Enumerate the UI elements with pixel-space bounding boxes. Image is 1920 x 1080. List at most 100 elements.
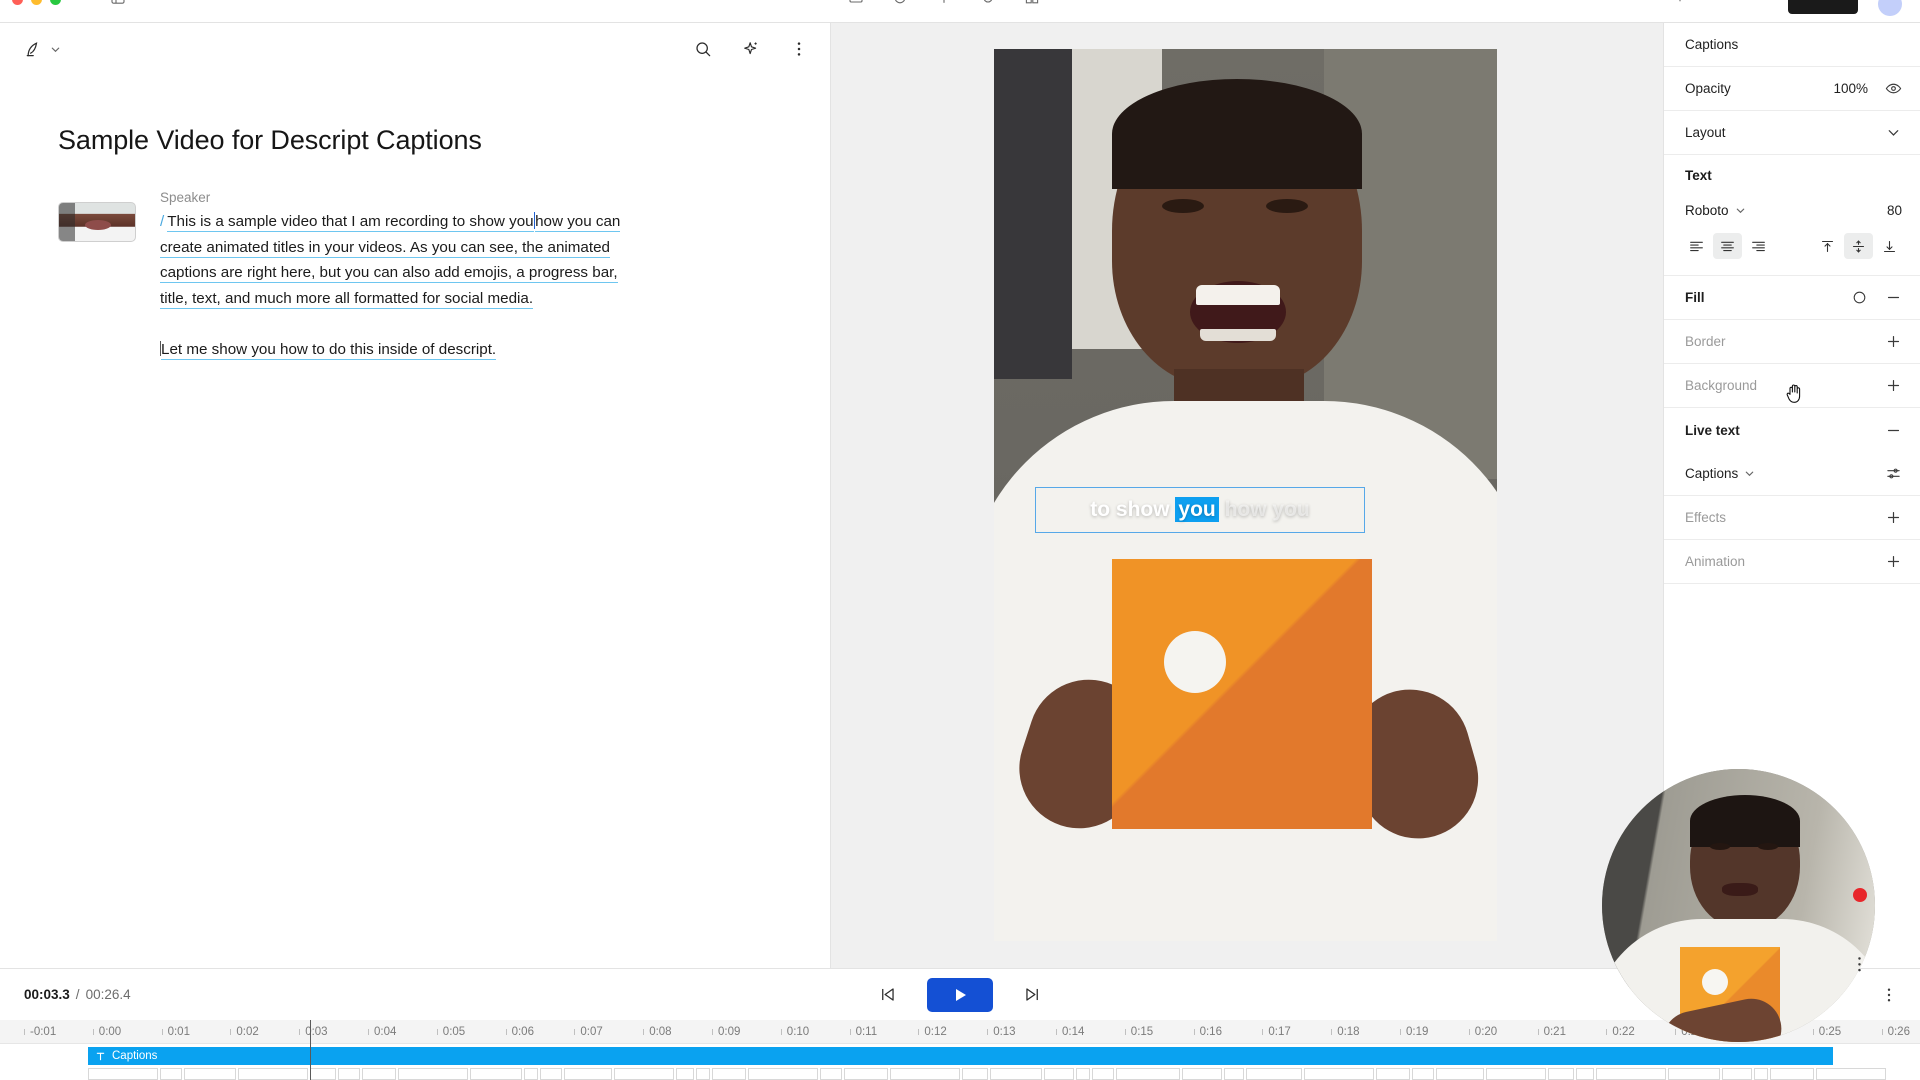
caption-segment[interactable] [1224,1068,1244,1080]
timeline-playhead[interactable] [310,1020,311,1080]
caption-segment[interactable] [1576,1068,1594,1080]
more-vertical-icon[interactable] [789,39,809,59]
page-title[interactable]: Sample Video for Descript Captions [58,125,831,156]
opacity-value[interactable]: 100% [1833,81,1868,96]
share-icon[interactable] [1672,0,1688,6]
chevron-down-icon[interactable] [50,44,61,55]
traffic-lights[interactable] [12,0,61,5]
text-tool-icon[interactable] [936,0,952,6]
more-vertical-icon[interactable] [1857,956,1862,974]
document-scroll-area[interactable]: Sample Video for Descript Captions Speak… [0,75,831,969]
caption-segment[interactable] [696,1068,710,1080]
align-bottom-icon[interactable] [1875,233,1904,259]
caption-segment[interactable] [962,1068,988,1080]
align-right-icon[interactable] [1744,233,1773,259]
sidebar-toggle-icon[interactable] [110,0,126,6]
caption-segment[interactable] [614,1068,674,1080]
caption-segment[interactable] [238,1068,308,1080]
chrome-left-icons[interactable] [110,0,126,6]
camera-icon[interactable] [892,0,908,6]
font-family-value[interactable]: Roboto [1685,203,1729,218]
speaker-label[interactable]: Speaker [160,190,631,205]
live-text-row[interactable]: Live text [1664,408,1920,452]
caption-segment[interactable] [1044,1068,1074,1080]
opacity-row[interactable]: Opacity 100% [1664,67,1920,111]
caption-segment[interactable] [676,1068,694,1080]
maximize-window-button[interactable] [50,0,61,5]
skip-forward-icon[interactable] [1023,985,1042,1004]
sparkle-icon[interactable] [741,39,761,59]
caption-segment[interactable] [1668,1068,1720,1080]
quill-pen-icon[interactable] [24,39,44,59]
caption-segment[interactable] [990,1068,1042,1080]
plus-icon[interactable] [1885,333,1902,350]
speaker-thumbnail[interactable] [58,202,136,242]
caption-segment[interactable] [338,1068,360,1080]
minus-icon[interactable] [1885,422,1902,439]
minimize-window-button[interactable] [31,0,42,5]
caption-segment[interactable] [820,1068,842,1080]
animation-row[interactable]: Animation [1664,540,1920,584]
caption-segment[interactable] [844,1068,888,1080]
caption-segment[interactable] [1182,1068,1222,1080]
user-avatar[interactable] [1878,0,1902,16]
play-button[interactable] [927,977,993,1012]
background-row[interactable]: Background [1664,364,1920,408]
close-window-button[interactable] [12,0,23,5]
caption-segment[interactable] [1770,1068,1814,1080]
caption-segment[interactable] [1548,1068,1574,1080]
minus-icon[interactable] [1885,289,1902,306]
caption-segment[interactable] [524,1068,538,1080]
border-row[interactable]: Border [1664,320,1920,364]
align-left-icon[interactable] [1682,233,1711,259]
timeline-captions-track[interactable]: Captions [88,1047,1833,1065]
caption-segment[interactable] [1376,1068,1410,1080]
align-top-icon[interactable] [1813,233,1842,259]
caption-segment[interactable] [890,1068,960,1080]
publish-button[interactable] [1788,0,1858,14]
picture-in-picture-webcam[interactable] [1602,769,1875,1042]
search-icon[interactable] [693,39,713,59]
caption-overlay-box[interactable]: to show you how you [1035,487,1365,533]
caption-segment[interactable] [1596,1068,1666,1080]
paragraph-text[interactable]: Let me show you how to do this inside of… [161,341,497,361]
caption-segment[interactable] [88,1068,158,1080]
caption-segment[interactable] [1246,1068,1302,1080]
microphone-icon[interactable] [980,0,996,6]
caption-segment[interactable] [470,1068,522,1080]
caption-segment[interactable] [712,1068,746,1080]
captions-subrow[interactable]: Captions [1664,452,1920,496]
caption-segment[interactable] [564,1068,612,1080]
caption-segment[interactable] [1076,1068,1090,1080]
align-middle-icon[interactable] [1844,233,1873,259]
fill-row[interactable]: Fill [1664,276,1920,320]
timeline-segments[interactable] [88,1068,1886,1080]
caption-segment[interactable] [1722,1068,1752,1080]
caption-segment[interactable] [1486,1068,1546,1080]
plus-icon[interactable] [1885,553,1902,570]
caption-segment[interactable] [1436,1068,1484,1080]
layout-row[interactable]: Layout [1664,111,1920,155]
transcript-paragraph[interactable]: / This is a sample video that I am record… [160,209,631,311]
caption-segment[interactable] [1412,1068,1434,1080]
font-size-value[interactable]: 80 [1887,203,1902,218]
transcript-body[interactable]: Speaker / This is a sample video that I a… [160,190,831,363]
effects-row[interactable]: Effects [1664,496,1920,540]
eye-icon[interactable] [1885,80,1902,97]
video-preview[interactable]: to show you how you [994,49,1497,941]
caption-segment[interactable] [398,1068,468,1080]
caption-segment[interactable] [160,1068,182,1080]
caption-segment[interactable] [1816,1068,1886,1080]
caption-segment[interactable] [1754,1068,1768,1080]
align-center-icon[interactable] [1713,233,1742,259]
sliders-icon[interactable] [1885,465,1902,482]
help-icon[interactable] [1716,0,1732,6]
transcript-paragraph[interactable]: Let me show you how to do this inside of… [160,337,631,363]
chrome-center-icons[interactable] [848,0,1040,6]
chevron-down-icon[interactable] [1744,468,1755,479]
plus-icon[interactable] [1885,509,1902,526]
chevron-down-icon[interactable] [1885,124,1902,141]
more-vertical-icon[interactable] [1880,986,1898,1004]
chevron-down-icon[interactable] [1735,205,1746,216]
font-row[interactable]: Roboto 80 [1664,195,1920,225]
